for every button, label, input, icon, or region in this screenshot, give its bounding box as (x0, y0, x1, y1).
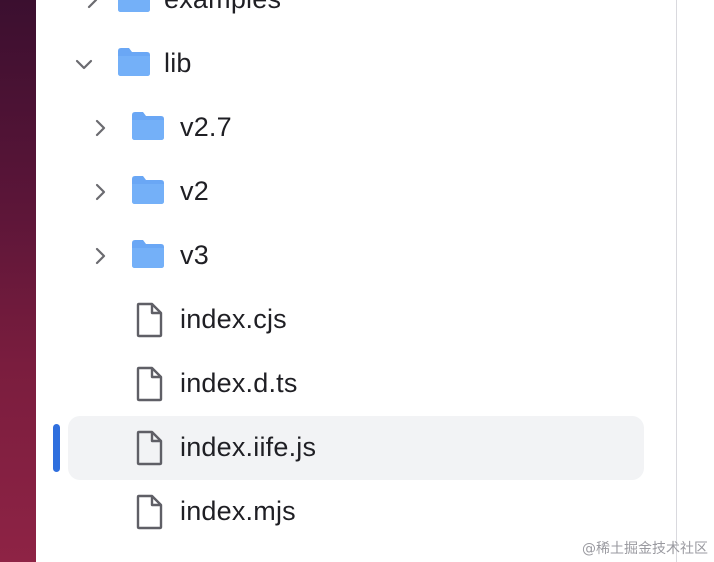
tree-item-v2[interactable]: v2 (36, 160, 676, 224)
desktop-background (0, 0, 36, 562)
tree-item-label: lib (164, 48, 192, 78)
folder-icon (118, 0, 150, 12)
folder-icon (132, 240, 164, 268)
tree-item-index-cjs[interactable]: index.cjs (36, 288, 676, 352)
editor-area-edge (677, 0, 714, 562)
tree-item-lib[interactable]: lib (36, 32, 676, 96)
chevron-right-icon[interactable] (88, 116, 112, 140)
chevron-right-icon[interactable] (80, 0, 104, 12)
tree-item-examples[interactable]: examples (36, 0, 676, 32)
folder-icon (132, 176, 164, 204)
tree-item-label: index.cjs (180, 304, 287, 334)
tree-item-index-mjs[interactable]: index.mjs (36, 480, 676, 544)
tree-item-v3[interactable]: v3 (36, 224, 676, 288)
tree-item-label: v2 (180, 176, 209, 206)
chevron-down-icon[interactable] (72, 52, 96, 76)
folder-icon (118, 48, 150, 76)
file-icon (136, 366, 163, 402)
watermark-text: @稀土掘金技术社区 (582, 541, 708, 557)
tree-item-label: examples (164, 0, 281, 16)
file-icon (136, 494, 163, 530)
tree-item-v2-7[interactable]: v2.7 (36, 96, 676, 160)
tree-item-label: index.iife.js (180, 432, 317, 462)
tree-item-index-d-ts[interactable]: index.d.ts (36, 352, 676, 416)
file-icon (136, 302, 163, 338)
tree-item-label: v2.7 (180, 112, 232, 142)
folder-icon (132, 112, 164, 140)
tree-item-label: v3 (180, 240, 209, 270)
tree-item-label: index.d.ts (180, 368, 298, 398)
tree-item-index-iife-js[interactable]: index.iife.js (36, 416, 676, 480)
chevron-right-icon[interactable] (88, 180, 112, 204)
chevron-right-icon[interactable] (88, 244, 112, 268)
active-file-indicator (53, 424, 60, 472)
tree-item-label: index.mjs (180, 496, 296, 526)
file-icon (136, 430, 163, 466)
